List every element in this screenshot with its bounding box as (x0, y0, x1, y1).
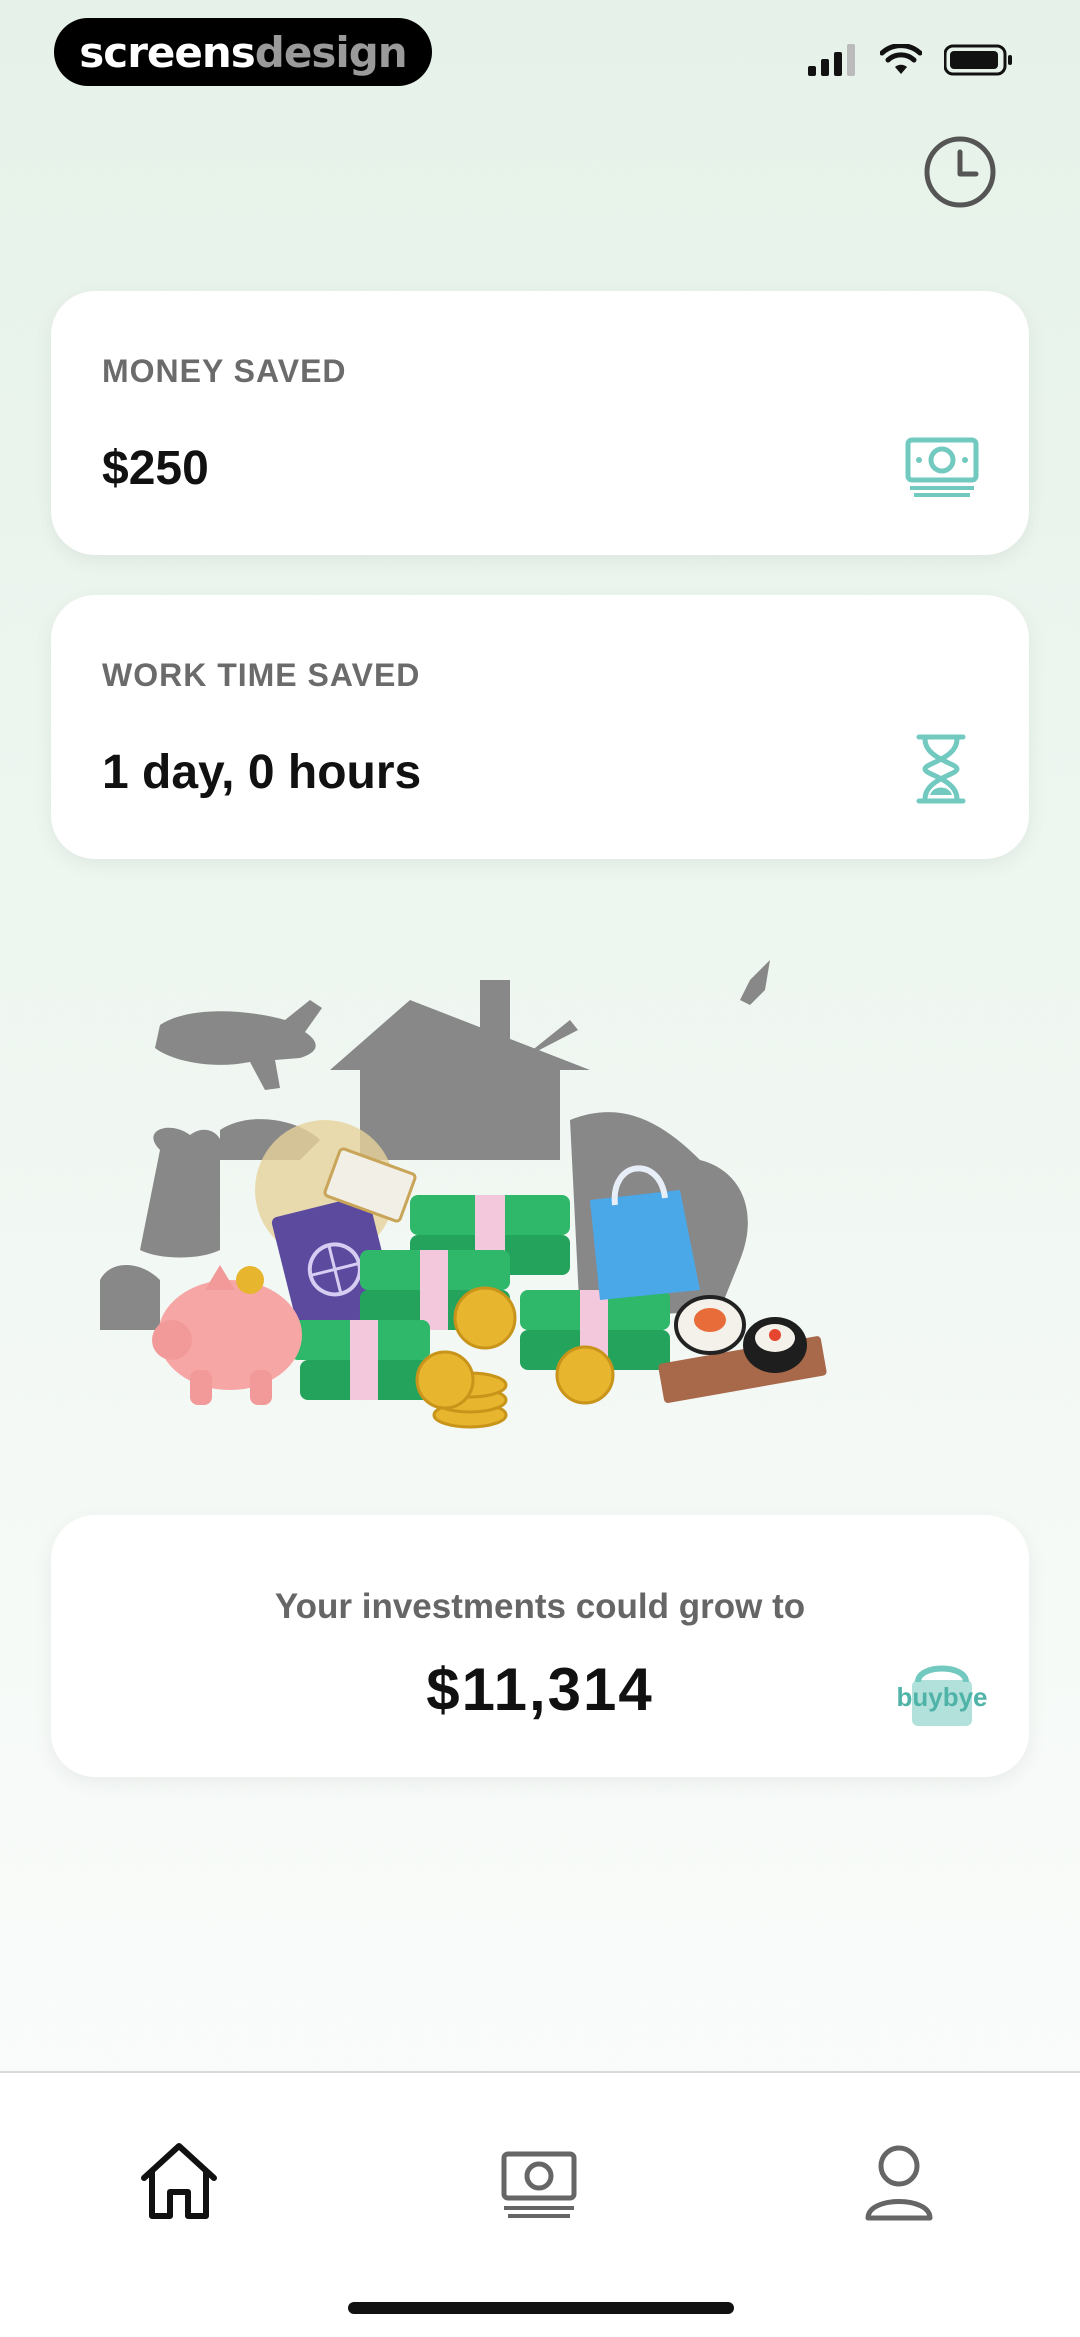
investments-label: Your investments could grow to (274, 1587, 806, 1626)
money-saved-value: $250 (102, 442, 209, 495)
signal-bars-icon (808, 44, 855, 76)
money-saved-label: MONEY SAVED (102, 353, 347, 389)
home-icon (141, 2143, 217, 2219)
tab-profile[interactable] (854, 2136, 944, 2226)
money-icon (501, 2151, 577, 2218)
investments-card[interactable]: Your investments could grow to $11,314 b… (51, 1515, 1029, 1777)
tab-money[interactable] (494, 2136, 584, 2226)
badge-part2: design (254, 27, 408, 77)
sushi-icon (658, 1295, 827, 1403)
piggy-bank-icon (152, 1265, 302, 1405)
money-saved-card[interactable]: MONEY SAVED $250 (51, 291, 1029, 555)
buybye-logo: buybye (896, 1665, 988, 1726)
wifi-icon (880, 44, 922, 74)
status-bar (808, 44, 1014, 76)
home-indicator (348, 2302, 734, 2314)
battery-icon (944, 44, 1012, 76)
work-time-saved-card[interactable]: WORK TIME SAVED 1 day, 0 hours (51, 595, 1029, 859)
buybye-logo-text: buybye (896, 1682, 987, 1712)
clock-icon (924, 136, 996, 208)
badge-part1: screens (79, 27, 255, 77)
banknote-icon (905, 437, 979, 497)
profile-icon (865, 2145, 933, 2221)
screensdesign-badge: screens design (54, 18, 432, 86)
investments-value: $11,314 (426, 1656, 654, 1723)
savings-illustration (100, 960, 827, 1429)
work-time-saved-value: 1 day, 0 hours (102, 746, 422, 799)
hourglass-icon (916, 734, 966, 804)
history-button[interactable] (920, 132, 1000, 212)
work-time-saved-label: WORK TIME SAVED (102, 657, 421, 693)
tab-home[interactable] (134, 2136, 224, 2226)
